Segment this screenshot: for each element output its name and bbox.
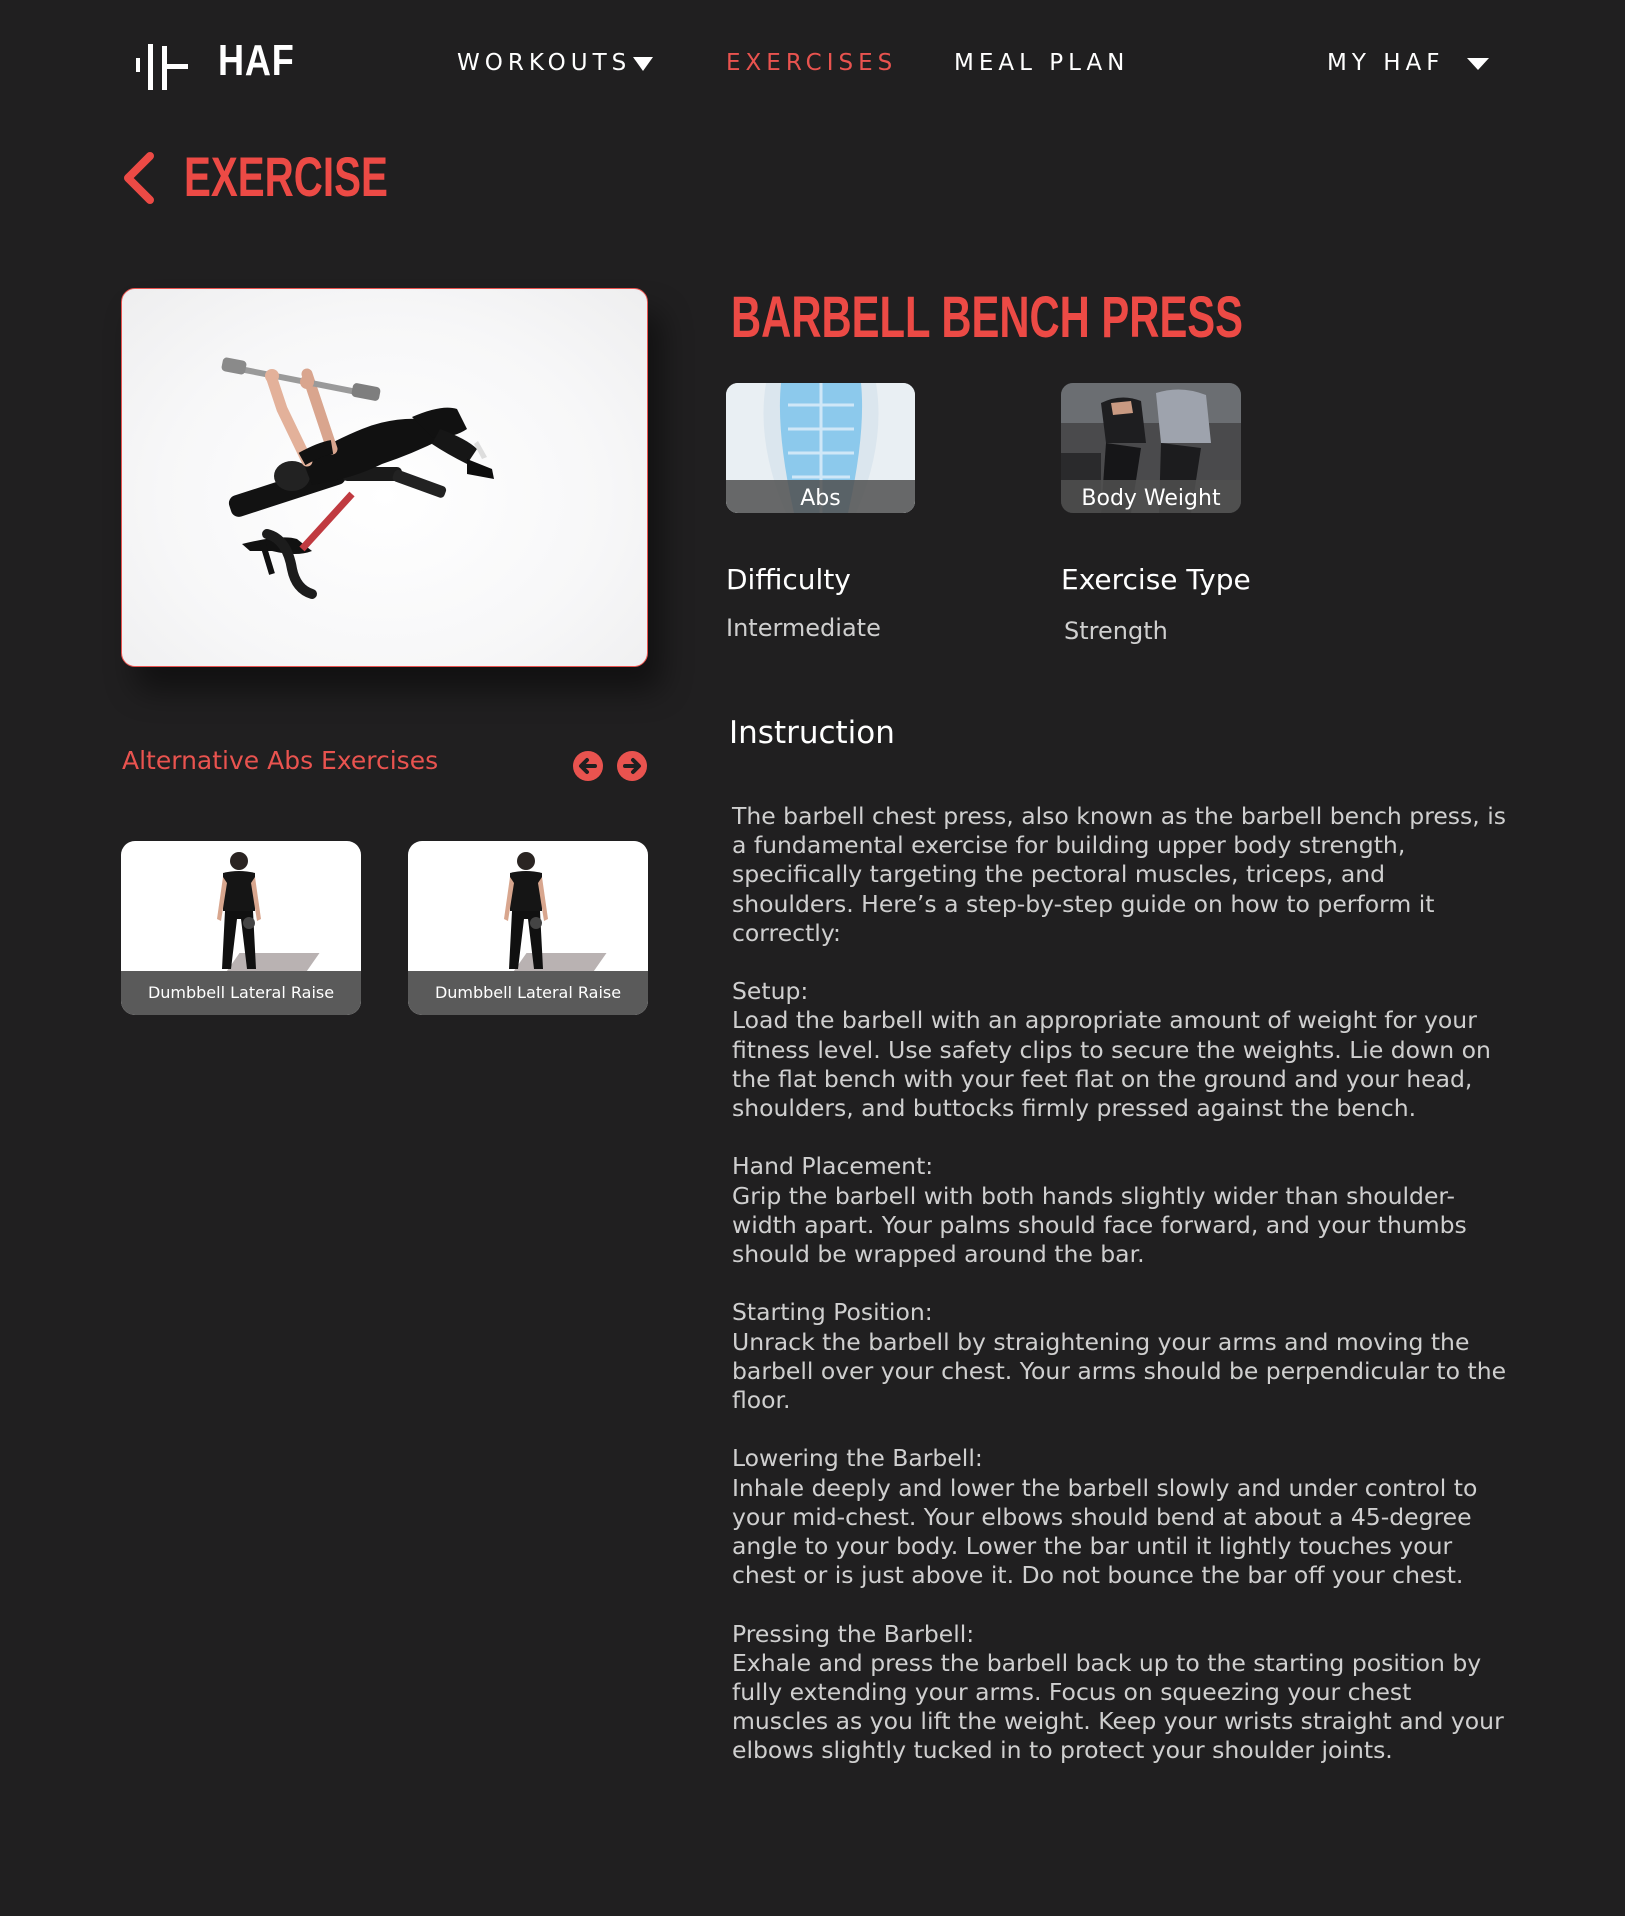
instruction-text: Exhale and press the barbell back up to … <box>732 1648 1504 1765</box>
alternatives-next-button[interactable] <box>617 751 647 781</box>
account-label: MY HAF <box>1327 50 1445 76</box>
difficulty-label: Difficulty <box>726 563 851 596</box>
instruction-text: Inhale deeply and lower the barbell slow… <box>732 1473 1478 1590</box>
instruction-heading: Setup: <box>732 977 809 1006</box>
equipment-label: Body Weight <box>1061 480 1241 513</box>
instruction-title: Instruction <box>729 715 895 751</box>
logo-mark[interactable] <box>134 42 190 92</box>
instruction-paragraph: Setup: Load the barbell with an appropri… <box>732 977 1507 1123</box>
instruction-body: The barbell chest press, also known as t… <box>732 802 1507 1795</box>
nav-exercises[interactable]: EXERCISES <box>726 50 897 76</box>
instruction-text: Load the barbell with an appropriate amo… <box>732 1006 1491 1123</box>
instruction-text: The barbell chest press, also known as t… <box>732 802 1506 947</box>
caret-down-icon <box>633 56 654 71</box>
exercise-type-value: Strength <box>1064 617 1168 645</box>
alternative-exercise-label: Dumbbell Lateral Raise <box>408 971 648 1015</box>
arrow-right-icon <box>623 758 641 774</box>
instruction-text: Grip the barbell with both hands slightl… <box>732 1181 1467 1269</box>
exercise-hero-image <box>121 288 648 667</box>
back-chevron-icon[interactable] <box>120 152 154 204</box>
exercise-type-label: Exercise Type <box>1061 563 1251 596</box>
arrow-left-icon <box>579 758 597 774</box>
instruction-paragraph: Hand Placement: Grip the barbell with bo… <box>732 1152 1507 1269</box>
nav-workouts[interactable]: WORKOUTS <box>457 50 654 76</box>
caret-down-icon <box>1466 57 1489 70</box>
nav-meal-plan[interactable]: MEAL PLAN <box>954 50 1129 76</box>
muscle-group-tag[interactable]: Abs <box>726 383 915 513</box>
instruction-text: Unrack the barbell by straightening your… <box>732 1327 1507 1415</box>
instruction-heading: Hand Placement: <box>732 1152 934 1181</box>
equipment-tag[interactable]: Body Weight <box>1061 383 1241 513</box>
alternative-exercise-card[interactable]: Dumbbell Lateral Raise <box>408 841 648 1015</box>
instruction-paragraph: Pressing the Barbell: Exhale and press t… <box>732 1620 1507 1766</box>
difficulty-value: Intermediate <box>726 614 881 642</box>
instruction-heading: Starting Position: <box>732 1298 933 1327</box>
alternatives-prev-button[interactable] <box>573 751 603 781</box>
instruction-heading: Pressing the Barbell: <box>732 1619 975 1648</box>
instruction-paragraph: Lowering the Barbell: Inhale deeply and … <box>732 1444 1507 1590</box>
instruction-heading: Lowering the Barbell: <box>732 1444 983 1473</box>
exercise-title: BARBELL BENCH PRESS <box>731 285 1244 350</box>
instruction-paragraph: Starting Position: Unrack the barbell by… <box>732 1298 1507 1415</box>
logo-text[interactable]: HAF <box>218 36 295 86</box>
instruction-paragraph: The barbell chest press, also known as t… <box>732 802 1507 948</box>
muscle-group-label: Abs <box>726 480 915 513</box>
page-title: EXERCISE <box>184 145 388 208</box>
alternative-exercise-card[interactable]: Dumbbell Lateral Raise <box>121 841 361 1015</box>
account-menu[interactable]: MY HAF <box>1327 50 1489 76</box>
alternatives-title: Alternative Abs Exercises <box>122 746 439 775</box>
nav-workouts-label: WORKOUTS <box>457 50 632 76</box>
alternative-exercise-label: Dumbbell Lateral Raise <box>121 971 361 1015</box>
